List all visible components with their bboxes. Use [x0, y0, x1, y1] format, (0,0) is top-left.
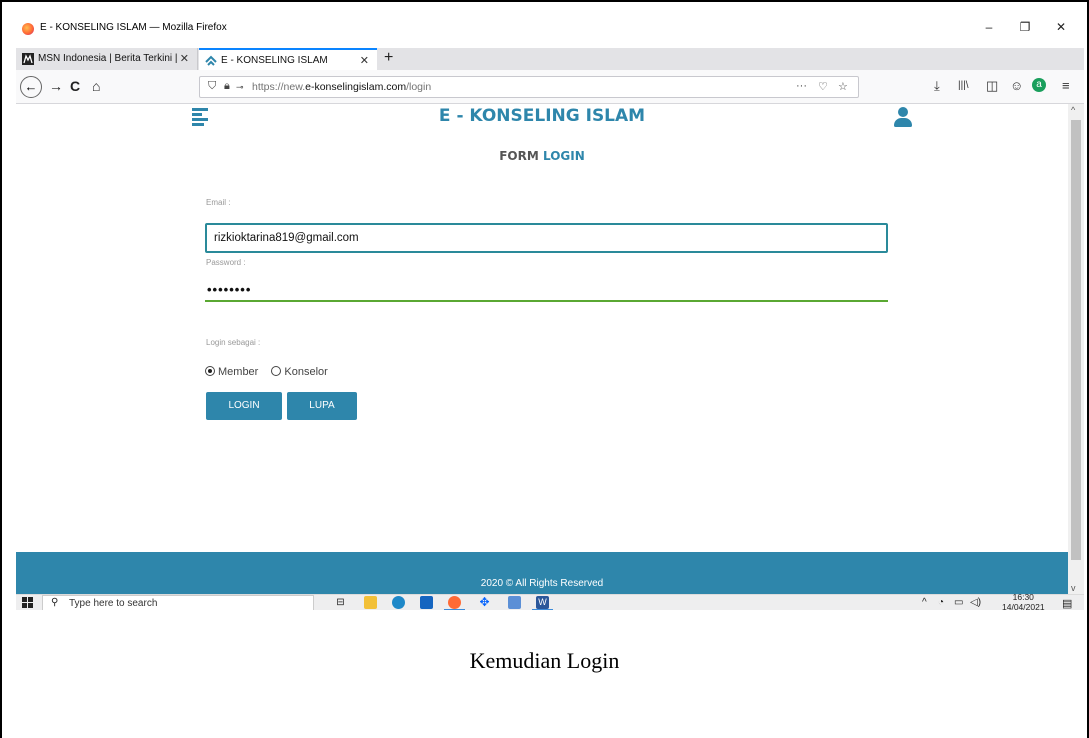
scroll-thumb[interactable] [1071, 120, 1081, 560]
notification-icon[interactable]: ▤ [1062, 597, 1072, 610]
document-frame: E - KONSELING ISLAM — Mozilla Firefox – … [0, 0, 1089, 738]
login-button[interactable]: LOGIN [206, 392, 282, 420]
url-text[interactable]: https://new.e-konselingislam.com/login [252, 81, 431, 93]
role-label: Login sebagai : [206, 338, 261, 347]
clock-date: 14/04/2021 [1002, 602, 1045, 610]
forgot-button[interactable]: LUPA [287, 392, 357, 420]
scroll-down-icon[interactable]: v [1071, 583, 1076, 593]
menu-icon[interactable]: ≡ [1062, 78, 1070, 93]
library-icon[interactable]: |||\ [958, 80, 969, 91]
tab-strip: MSN Indonesia | Berita Terkini | ✕ E - K… [16, 48, 1084, 70]
lock-icon[interactable]: 🔒︎ [224, 80, 230, 93]
task-view-icon[interactable]: ⊟ [334, 596, 347, 609]
tab-konseling[interactable]: E - KONSELING ISLAM ✕ [199, 48, 377, 70]
restore-button[interactable]: ❐ [1010, 20, 1040, 34]
tray-chevron-icon[interactable]: ^ [922, 597, 927, 608]
tab-close-icon[interactable]: ✕ [180, 52, 189, 65]
minimize-button[interactable]: – [974, 20, 1004, 34]
page-footer: 2020 © All Rights Reserved [16, 552, 1068, 594]
password-field[interactable]: •••••••• [205, 274, 888, 302]
password-label: Password : [206, 258, 246, 267]
tab-label: E - KONSELING ISLAM [221, 55, 328, 66]
home-button[interactable]: ⌂ [92, 78, 100, 94]
forward-button[interactable]: → [49, 78, 63, 94]
role-radio-group: Member Konselor [205, 366, 338, 378]
account-icon[interactable]: ☺ [1010, 78, 1023, 93]
windows-taskbar: ⚲ Type here to search ⊟ ✥ W ^ ◔ ▭ ◁) 16:… [16, 592, 1084, 610]
taskbar-search-placeholder: Type here to search [69, 598, 158, 609]
reload-button[interactable]: C [70, 78, 80, 94]
shield-icon[interactable]: ⛉ [208, 80, 216, 93]
firefox-icon [22, 23, 34, 35]
windows-start-icon[interactable] [22, 597, 33, 608]
pocket-icon[interactable]: ♡ [818, 80, 828, 93]
search-icon: ⚲ [51, 597, 59, 608]
file-explorer-icon[interactable] [364, 596, 377, 609]
window-title: E - KONSELING ISLAM — Mozilla Firefox [40, 22, 227, 33]
taskbar-search-box[interactable]: ⚲ Type here to search [42, 595, 314, 610]
bookmark-star-icon[interactable]: ☆ [838, 80, 848, 93]
page-actions-icon[interactable]: ··· [796, 80, 807, 92]
radio-selected-icon[interactable] [205, 366, 215, 377]
extension-icon[interactable]: a [1032, 78, 1046, 92]
dropbox-icon[interactable]: ✥ [478, 596, 491, 609]
email-label: Email : [206, 198, 231, 207]
network-icon[interactable]: ◔ [938, 597, 944, 608]
firefox-taskbar-icon[interactable] [444, 596, 465, 610]
new-tab-button[interactable]: + [384, 49, 393, 67]
address-bar[interactable]: ⛉ 🔒︎ ⊸ https://new.e-konselingislam.com/… [199, 76, 859, 98]
site-icon [205, 55, 217, 66]
close-window-button[interactable]: ✕ [1046, 20, 1076, 34]
volume-icon[interactable]: ◁) [970, 597, 981, 608]
key-icon[interactable]: ⊸ [236, 82, 244, 93]
clock-time: 16:30 [1012, 592, 1034, 602]
back-button[interactable]: ← [20, 76, 42, 98]
role-option-konselor[interactable]: Konselor [271, 366, 328, 378]
email-field[interactable]: rizkioktarina819@gmail.com [205, 223, 888, 253]
document-caption: Kemudian Login [469, 648, 620, 673]
web-page: E - KONSELING ISLAM FORM LOGIN Email : r… [16, 104, 1068, 594]
tab-label: MSN Indonesia | Berita Terkini | [38, 53, 178, 64]
form-title: FORM LOGIN [499, 149, 585, 163]
taskbar-clock[interactable]: 16:30 14/04/2021 [1002, 592, 1045, 610]
tab-msn[interactable]: MSN Indonesia | Berita Terkini | ✕ [16, 48, 198, 70]
footer-text: 2020 © All Rights Reserved [480, 578, 604, 589]
tab-close-icon[interactable]: ✕ [360, 54, 369, 67]
screenshot: E - KONSELING ISLAM — Mozilla Firefox – … [16, 18, 1084, 610]
role-option-member[interactable]: Member [205, 366, 258, 378]
window-titlebar: E - KONSELING ISLAM — Mozilla Firefox – … [16, 18, 1084, 48]
edge-icon[interactable] [392, 596, 405, 609]
scroll-up-icon[interactable]: ^ [1071, 105, 1075, 115]
page-scrollbar[interactable]: ^ v [1068, 104, 1084, 594]
msn-icon [22, 53, 34, 65]
user-icon[interactable] [892, 107, 914, 127]
downloads-icon[interactable]: ⤓ [934, 78, 940, 94]
battery-icon[interactable]: ▭ [954, 597, 963, 608]
navigation-bar: ← → C ⌂ ⛉ 🔒︎ ⊸ https://new.e-konselingis… [16, 70, 1084, 104]
radio-unselected-icon[interactable] [271, 366, 282, 377]
app-icon[interactable] [508, 596, 521, 609]
mail-icon[interactable] [420, 596, 433, 609]
sidebar-icon[interactable]: ◫ [986, 78, 998, 94]
word-icon[interactable]: W [532, 596, 553, 610]
